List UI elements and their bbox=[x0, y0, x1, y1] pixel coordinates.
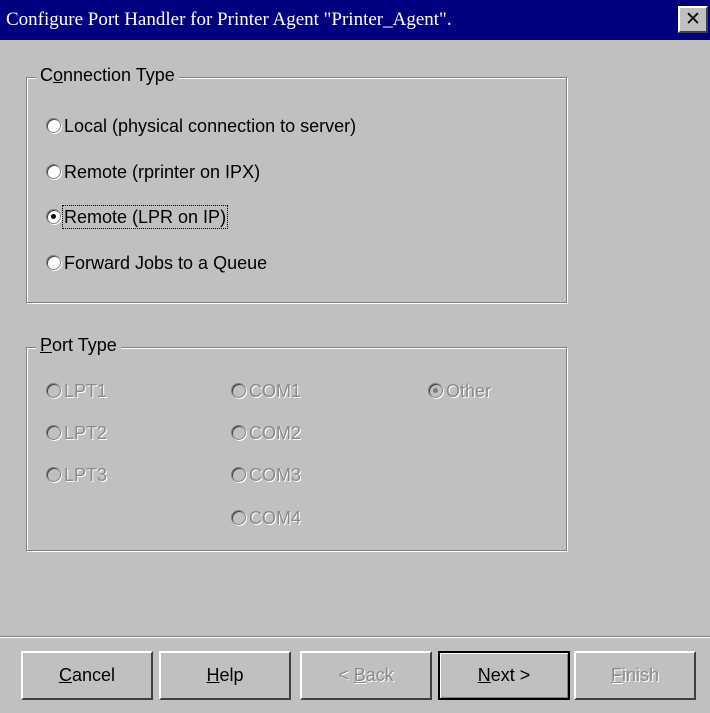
radio-other: Other bbox=[428, 380, 491, 402]
radio-other-label: Other bbox=[446, 381, 492, 401]
radio-com2-label: COM2 bbox=[249, 423, 302, 443]
radio-forward-queue-label: Forward Jobs to a Queue bbox=[64, 253, 268, 273]
radio-com1-label: COM1 bbox=[249, 381, 302, 401]
title-bar[interactable]: Configure Port Handler for Printer Agent… bbox=[0, 0, 710, 40]
radio-com4-label: COM4 bbox=[249, 508, 302, 528]
radio-com4: COM4 bbox=[231, 507, 301, 529]
window-title: Configure Port Handler for Printer Agent… bbox=[6, 9, 452, 30]
radio-lpt2: LPT2 bbox=[46, 422, 107, 444]
radio-remote-ipx[interactable]: Remote (rprinter on IPX) bbox=[46, 161, 260, 183]
radio-lpt3-label: LPT3 bbox=[64, 465, 108, 485]
help-button[interactable]: Help bbox=[159, 651, 291, 700]
radio-com3-label: COM3 bbox=[249, 465, 302, 485]
radio-lpt2-label: LPT2 bbox=[64, 423, 108, 443]
radio-lpt1-label: LPT1 bbox=[64, 381, 108, 401]
radio-lpt3: LPT3 bbox=[46, 464, 107, 486]
radio-com2: COM2 bbox=[231, 422, 301, 444]
radio-local[interactable]: Local (physical connection to server) bbox=[46, 115, 356, 137]
radio-local-button[interactable] bbox=[46, 118, 61, 133]
next-button[interactable]: Next > bbox=[438, 651, 570, 700]
radio-remote-lpr-label: Remote (LPR on IP) bbox=[61, 205, 229, 229]
radio-com3: COM3 bbox=[231, 464, 301, 486]
radio-remote-lpr-button[interactable] bbox=[46, 209, 61, 224]
port-type-label: Port Type bbox=[36, 335, 121, 356]
close-icon[interactable]: ✕ bbox=[678, 6, 708, 33]
radio-remote-ipx-label: Remote (rprinter on IPX) bbox=[64, 162, 261, 182]
cancel-button[interactable]: Cancel bbox=[21, 651, 153, 700]
button-separator bbox=[0, 636, 710, 638]
radio-forward-queue[interactable]: Forward Jobs to a Queue bbox=[46, 252, 267, 274]
radio-remote-ipx-button[interactable] bbox=[46, 164, 61, 179]
finish-button[interactable]: Finish bbox=[574, 651, 696, 700]
radio-forward-queue-button[interactable] bbox=[46, 255, 61, 270]
connection-type-label: Connection Type bbox=[36, 65, 179, 86]
back-button[interactable]: < Back bbox=[300, 651, 432, 700]
radio-local-label: Local (physical connection to server) bbox=[64, 116, 357, 136]
radio-com1: COM1 bbox=[231, 380, 301, 402]
radio-lpt1: LPT1 bbox=[46, 380, 107, 402]
radio-remote-lpr[interactable]: Remote (LPR on IP) bbox=[46, 205, 229, 229]
